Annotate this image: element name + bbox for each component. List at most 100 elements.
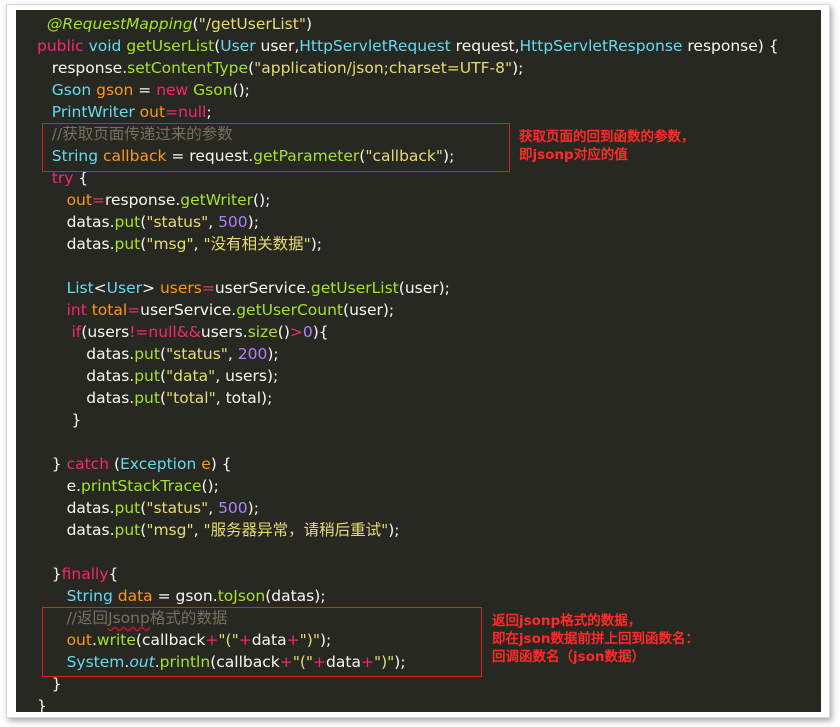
code-token: catch (66, 455, 114, 473)
code-token: != (129, 323, 149, 341)
code-token: , (215, 367, 226, 385)
code-token: datas (86, 367, 130, 385)
code-token: (); (232, 81, 250, 99)
code-token: } (51, 455, 67, 473)
code-line-15: if(users!=null&&users.size()>0){ (37, 321, 329, 343)
code-token: ); (512, 59, 524, 77)
code-token: null (178, 103, 207, 121)
code-token: getWriter (180, 191, 254, 209)
code-token: "data" (166, 367, 216, 385)
code-line-27: String data = gson.toJson(datas); (37, 585, 326, 607)
code-token: , (215, 389, 226, 407)
code-token: users (225, 367, 267, 385)
annotation-jsonp-output: 返回jsonp格式的数据， 即在json数据前拼上回到函数名： 回调函数名（js… (492, 613, 700, 665)
code-token: > (142, 279, 160, 297)
code-token: ); (247, 213, 259, 231)
code-token: 500 (218, 499, 248, 517)
code-token: void (88, 37, 127, 55)
code-token: "status" (166, 345, 228, 363)
code-token: datas (66, 235, 110, 253)
code-token: (); (201, 477, 219, 495)
code-token: ); (438, 279, 450, 297)
code-token: && (176, 323, 201, 341)
code-token: datas (271, 587, 315, 605)
code-line-1: @RequestMapping("/getUserList") (37, 13, 312, 35)
code-line-11: datas.put("msg", "没有相关数据"); (37, 233, 322, 255)
code-token: ); (247, 499, 259, 517)
code-line-13: List<User> users=userService.getUserList… (37, 277, 450, 299)
code-token: put (134, 367, 160, 385)
code-token: put (134, 345, 160, 363)
code-token: data (117, 587, 158, 605)
code-token: HttpServletRequest (299, 37, 456, 55)
highlight-box-jsonp-output (42, 607, 482, 677)
code-token: < (93, 279, 107, 297)
code-token: 0 (302, 323, 313, 341)
code-token: } (51, 565, 62, 583)
code-token: Exception (120, 455, 202, 473)
code-token: user (349, 301, 383, 319)
code-line-9: out=response.getWriter(); (37, 189, 271, 211)
code-token: HttpServletResponse (519, 37, 688, 55)
code-token: ); (266, 367, 279, 385)
code-token: ); (314, 587, 326, 605)
code-line-5: PrintWriter out=null; (37, 101, 212, 123)
code-token: request, (455, 37, 520, 55)
code-token: ); (310, 235, 322, 253)
code-token: Gson (51, 81, 97, 99)
code-token: out (139, 103, 166, 121)
code-token: users (200, 323, 243, 341)
code-token: ); (267, 345, 279, 363)
code-token: datas (66, 213, 110, 231)
code-line-24: datas.put("msg", "服务器异常，请稍后重试"); (37, 519, 400, 541)
code-line-14: int total=userService.getUserCount(user)… (37, 299, 395, 321)
code-token: 200 (237, 345, 268, 363)
code-token: getUserList (126, 37, 215, 55)
code-token: User (220, 37, 261, 55)
code-token: put (114, 213, 141, 231)
code-line-2: public void getUserList(User user,HttpSe… (37, 35, 779, 57)
code-token: PrintWriter (51, 103, 140, 121)
code-token: "msg" (146, 521, 194, 539)
code-token: "total" (166, 389, 216, 407)
code-token: , (193, 521, 204, 539)
code-token: ); (382, 301, 395, 319)
code-token: } (51, 675, 62, 693)
code-token: "status" (146, 213, 209, 231)
code-line-21: } catch (Exception e) { (37, 453, 232, 475)
code-token: > (289, 323, 303, 341)
code-token: ) (305, 15, 313, 33)
code-token: "/getUserList" (198, 15, 306, 33)
code-token: getUserCount (236, 301, 343, 319)
code-token: , (208, 213, 219, 231)
code-token: response) { (687, 37, 779, 55)
code-token: user (404, 279, 439, 297)
code-token: "application/json;charset=UTF-8" (254, 59, 513, 77)
code-token: List (66, 279, 94, 297)
code-editor: @RequestMapping("/getUserList") public vo… (16, 10, 821, 712)
code-line-4: Gson gson = new Gson(); (37, 79, 250, 101)
code-token: getUserList (310, 279, 399, 297)
code-line-32: } (37, 695, 47, 712)
code-token: ; (206, 103, 212, 121)
code-token: out (66, 191, 92, 209)
code-token: size (247, 323, 278, 341)
code-token: total (91, 301, 128, 319)
code-line-19: } (37, 409, 82, 431)
code-token: = (157, 587, 176, 605)
code-token: = (91, 191, 105, 209)
code-token: users (87, 323, 130, 341)
